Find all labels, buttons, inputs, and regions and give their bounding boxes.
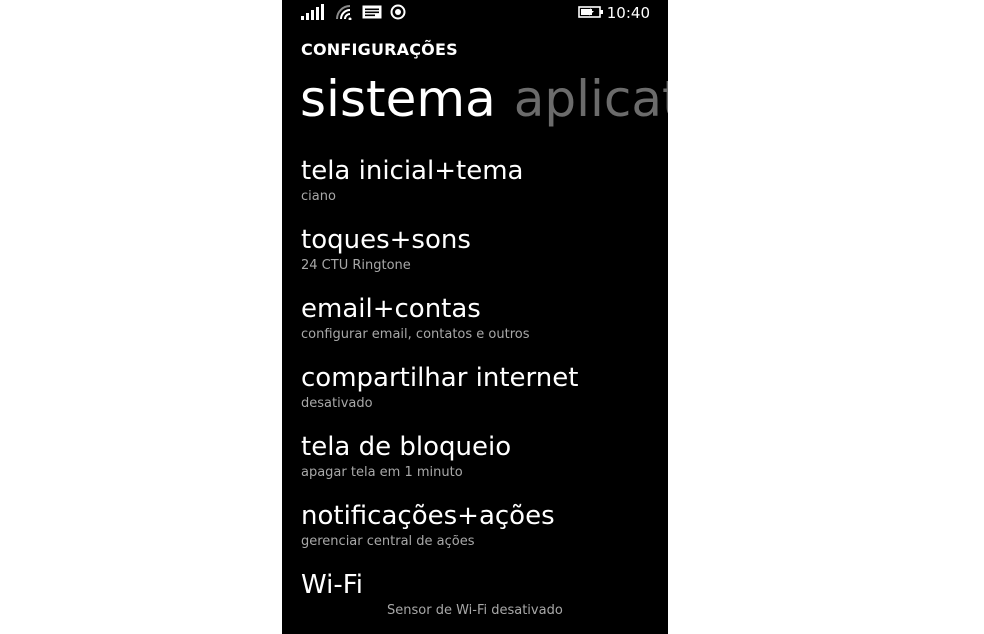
pivot-header: sistema aplicati: [300, 64, 668, 134]
settings-item-wifi[interactable]: Wi-Fi Sensor de Wi-Fi desativado: [301, 567, 668, 634]
settings-item-tela-inicial-tema[interactable]: tela inicial+tema ciano: [301, 153, 668, 222]
settings-item-tela-de-bloqueio[interactable]: tela de bloqueio apagar tela em 1 minuto: [301, 429, 668, 498]
settings-item-title: toques+sons: [301, 225, 471, 255]
settings-item-title: compartilhar internet: [301, 363, 579, 393]
tab-sistema[interactable]: sistema: [300, 64, 496, 134]
settings-item-title: tela de bloqueio: [301, 432, 512, 462]
settings-item-subtitle: ciano: [301, 189, 336, 204]
settings-item-subtitle: 24 CTU Ringtone: [301, 258, 411, 273]
signal-strength-icon: [301, 4, 325, 24]
settings-item-subtitle: desativado: [301, 396, 373, 411]
tab-aplicativos[interactable]: aplicati: [514, 64, 668, 134]
message-icon: [362, 4, 382, 24]
settings-list: tela inicial+tema ciano toques+sons 24 C…: [301, 153, 668, 634]
wifi-icon: [335, 4, 353, 24]
settings-item-title: email+contas: [301, 294, 481, 324]
settings-item-subtitle: apagar tela em 1 minuto: [301, 465, 463, 480]
settings-item-subtitle: Sensor de Wi-Fi desativado: [387, 603, 563, 618]
status-bar: 10:40: [282, 0, 668, 26]
battery-icon: [578, 4, 604, 24]
app-title: CONFIGURAÇÕES: [301, 40, 458, 59]
phone-screen: 10:40 CONFIGURAÇÕES sistema aplicati tela…: [282, 0, 668, 634]
settings-item-title: Wi-Fi: [301, 570, 364, 600]
status-time: 10:40: [606, 4, 650, 22]
settings-item-title: tela inicial+tema: [301, 156, 524, 186]
location-icon: [390, 4, 406, 24]
settings-item-compartilhar-internet[interactable]: compartilhar internet desativado: [301, 360, 668, 429]
settings-item-title: notificações+ações: [301, 501, 555, 531]
settings-item-subtitle: gerenciar central de ações: [301, 534, 475, 549]
settings-item-subtitle: configurar email, contatos e outros: [301, 327, 530, 342]
settings-item-email-contas[interactable]: email+contas configurar email, contatos …: [301, 291, 668, 360]
settings-item-toques-sons[interactable]: toques+sons 24 CTU Ringtone: [301, 222, 668, 291]
settings-item-notificacoes-acoes[interactable]: notificações+ações gerenciar central de …: [301, 498, 668, 567]
